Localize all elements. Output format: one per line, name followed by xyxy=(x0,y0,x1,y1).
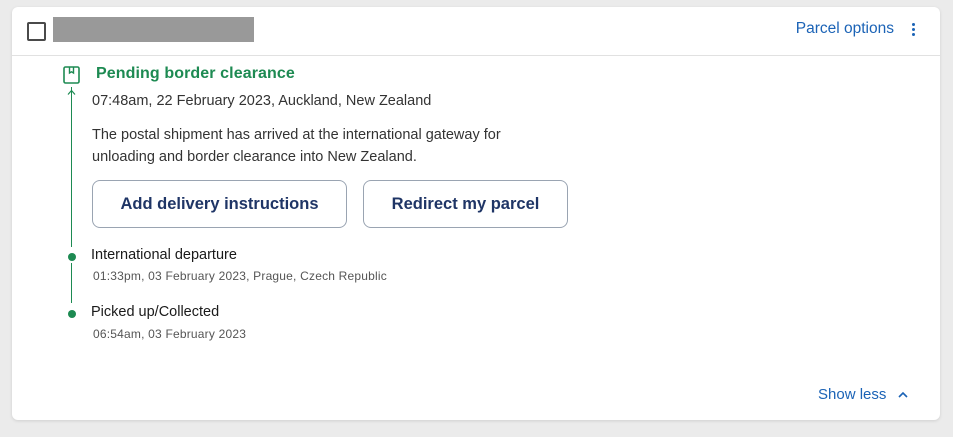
event-detail: 06:54am, 03 February 2023 xyxy=(93,327,247,341)
status-timestamp: 07:48am, 22 February 2023, Auckland, New… xyxy=(92,93,432,109)
select-parcel-checkbox[interactable] xyxy=(27,22,46,41)
event-title: Picked up/Collected xyxy=(91,304,220,320)
timeline-line xyxy=(71,87,72,247)
show-less-toggle[interactable]: Show less xyxy=(818,386,908,403)
timeline-line xyxy=(71,263,72,303)
timeline-dot xyxy=(67,309,76,318)
chevron-up-icon xyxy=(898,391,908,398)
redirect-parcel-button[interactable]: Redirect my parcel xyxy=(363,180,568,228)
kebab-menu-icon[interactable] xyxy=(910,23,916,37)
status-title: Pending border clearance xyxy=(96,65,295,82)
parcel-tracking-card: Parcel options Pending border clearance … xyxy=(12,7,940,420)
status-description: The postal shipment has arrived at the i… xyxy=(92,127,501,165)
timeline-dot xyxy=(67,252,76,261)
card-header: Parcel options xyxy=(12,7,940,56)
timeline-arrow-icon xyxy=(67,89,76,95)
event-detail: 01:33pm, 03 February 2023, Prague, Czech… xyxy=(93,269,387,283)
show-less-label: Show less xyxy=(818,386,887,403)
event-title: International departure xyxy=(91,247,237,263)
parcel-options-link[interactable]: Parcel options xyxy=(796,20,894,38)
parcel-box-icon xyxy=(63,66,80,84)
add-delivery-instructions-button[interactable]: Add delivery instructions xyxy=(92,180,347,228)
redacted-tracking-number xyxy=(53,17,254,42)
